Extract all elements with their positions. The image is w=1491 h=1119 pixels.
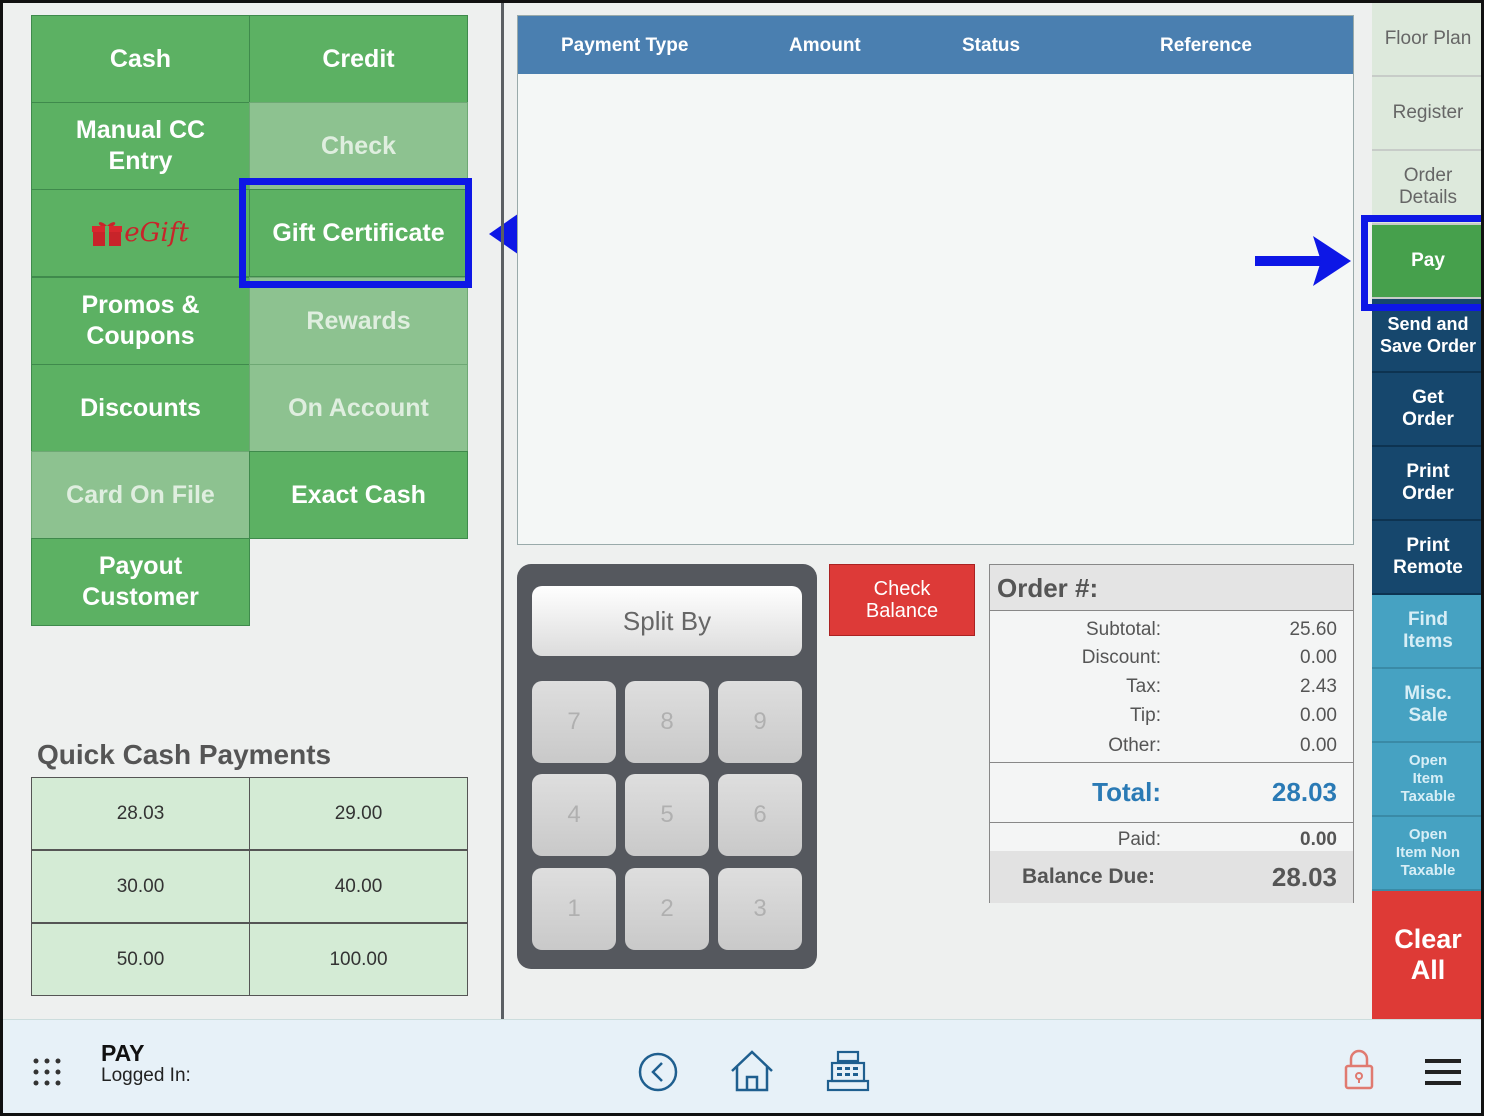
keypad-key[interactable]: 5 [625,774,709,856]
home-icon[interactable] [729,1049,775,1093]
column-payment-type: Payment Type [561,35,689,56]
menu-icon[interactable] [1425,1058,1461,1086]
quick-cash-option[interactable]: 40.00 [249,850,468,923]
register-button[interactable]: Register [1372,77,1481,151]
quick-cash-option[interactable]: 29.00 [249,777,468,850]
print-remote-button[interactable]: Print Remote [1372,521,1481,595]
exact-cash-button[interactable]: Exact Cash [249,451,468,539]
open-item-non-taxable-button[interactable]: Open Item Non Taxable [1372,817,1481,891]
keypad-key[interactable]: 8 [625,681,709,763]
split-by-button[interactable]: Split By [532,586,802,656]
keypad-key[interactable]: 1 [532,868,616,950]
column-reference: Reference [1160,35,1252,56]
gift-certificate-highlight [239,178,472,288]
number-keypad: Split By 7 8 9 4 5 6 1 2 3 [517,564,817,969]
keypad-key[interactable]: 7 [532,681,616,763]
apps-grid-icon[interactable] [33,1058,63,1088]
print-order-button[interactable]: Print Order [1372,447,1481,521]
get-order-button[interactable]: Get Order [1372,373,1481,447]
open-item-taxable-button[interactable]: Open Item Taxable [1372,743,1481,817]
pay-highlight [1361,215,1481,311]
clear-all-button[interactable]: Clear All [1372,891,1481,1019]
find-items-button[interactable]: Find Items [1372,595,1481,669]
logged-in-label: Logged In: [101,1065,191,1086]
floor-plan-button[interactable]: Floor Plan [1372,3,1481,77]
quick-cash-option[interactable]: 50.00 [31,923,250,996]
payments-table-header: Payment Type Amount Status Reference [518,16,1353,74]
rewards-button: Rewards [249,277,468,365]
screen-name: PAY [101,1040,145,1066]
quick-cash-option[interactable]: 100.00 [249,923,468,996]
promos-coupons-button[interactable]: Promos & Coupons [31,277,250,365]
gift-box-icon [92,222,123,246]
credit-button[interactable]: Credit [249,15,468,103]
panel-divider [501,3,504,1019]
cash-button[interactable]: Cash [31,15,250,103]
on-account-button: On Account [249,364,468,452]
keypad-key[interactable]: 2 [625,868,709,950]
check-button: Check [249,102,468,190]
keypad-key[interactable]: 4 [532,774,616,856]
quick-cash-title: Quick Cash Payments [37,739,332,770]
keypad-key[interactable]: 6 [718,774,802,856]
bottom-bar: PAY Logged In: [3,1019,1481,1113]
payout-customer-button[interactable]: Payout Customer [31,538,250,626]
arrow-right-icon [1255,236,1351,286]
quick-cash-option[interactable]: 30.00 [31,850,250,923]
egift-button[interactable]: eGift [31,189,250,277]
order-details-button[interactable]: Order Details [1372,151,1481,225]
back-circle-icon[interactable] [637,1051,679,1093]
payments-table: Payment Type Amount Status Reference [517,15,1354,545]
egift-logo: eGift [92,218,189,249]
register-icon[interactable] [826,1050,870,1092]
lock-icon[interactable] [1343,1048,1375,1090]
keypad-key[interactable]: 3 [718,868,802,950]
column-status: Status [962,35,1021,56]
column-amount: Amount [789,35,861,56]
balance-due-row: Balance Due: 28.03 [990,851,1353,903]
pos-pay-screen: Cash Credit Manual CC Entry Check eGift … [0,0,1484,1116]
card-on-file-button: Card On File [31,451,250,539]
discounts-button[interactable]: Discounts [31,364,250,452]
check-balance-button[interactable]: Check Balance [829,564,975,636]
order-number-title: Order #: [990,565,1353,611]
order-summary: Order #: Subtotal: 25.60 Discount: 0.00 Ta… [989,564,1354,903]
misc-sale-button[interactable]: Misc. Sale [1372,669,1481,743]
summary-divider [990,822,1353,823]
summary-divider [990,762,1353,763]
keypad-key[interactable]: 9 [718,681,802,763]
quick-cash-option[interactable]: 28.03 [31,777,250,850]
manual-cc-entry-button[interactable]: Manual CC Entry [31,102,250,190]
